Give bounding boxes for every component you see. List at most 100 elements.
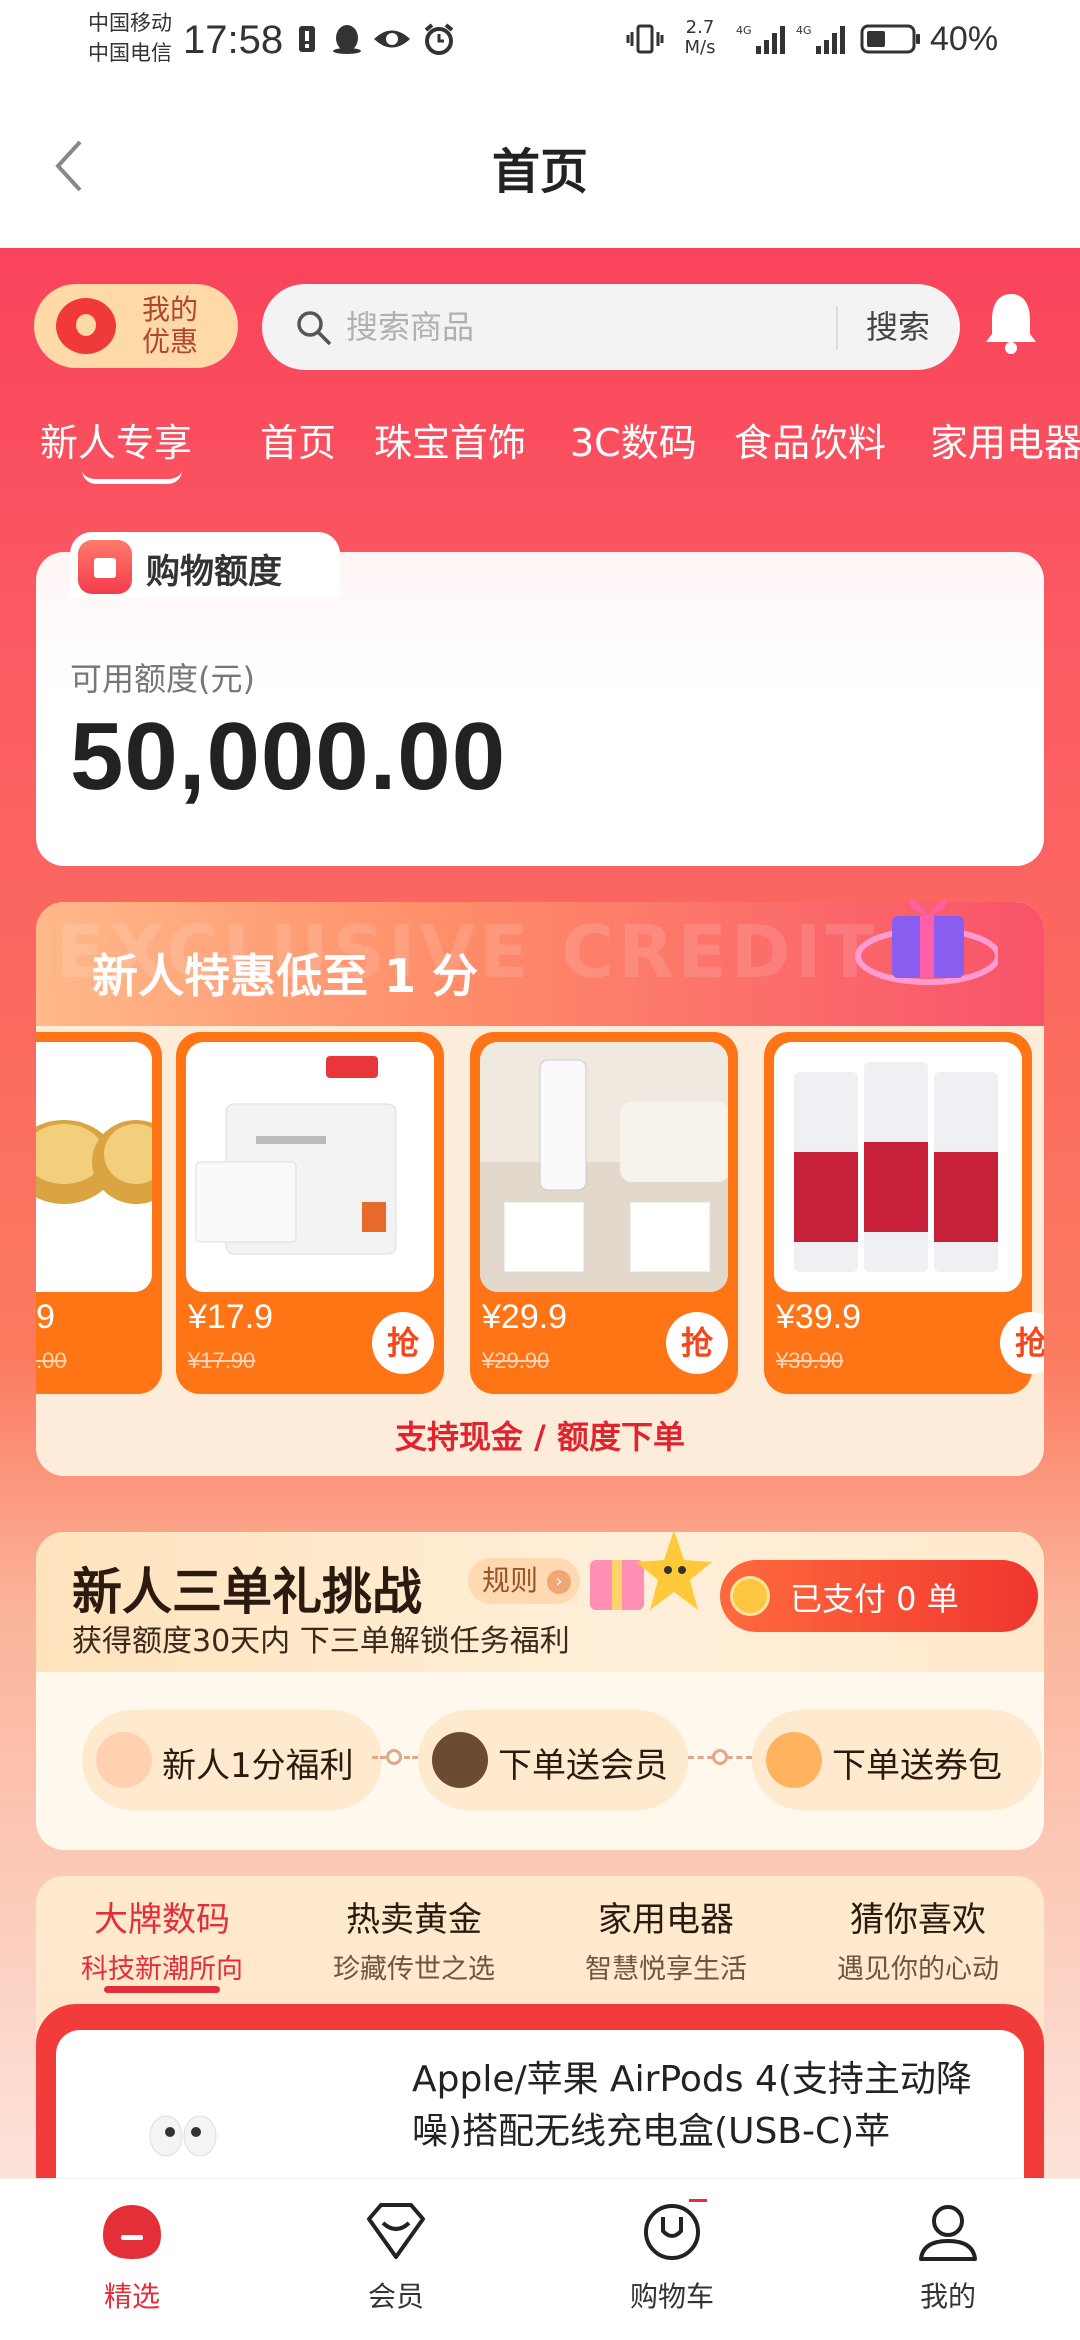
product-image [149,2115,217,2157]
product-image [186,1042,434,1292]
signal-4g-icon-1: 4G [736,24,785,54]
carrier-2: 中国电信 [88,41,172,65]
deal-original-price: ¥17.90 [188,1348,256,1373]
signal-4g-icon-2: 4G [796,24,845,54]
battery-percent: 40% [930,20,999,58]
coin-icon [730,1576,770,1616]
search-bar: 搜索 [262,284,960,370]
tab-label: 精选 [103,2280,160,2313]
rules-button[interactable]: 规则 › [468,1558,580,1604]
grab-button[interactable]: 抢 [666,1312,728,1374]
step-label: 下单送券包 [832,1746,1002,1786]
cat-hot-gold[interactable]: 热卖黄金 珍藏传世之选 [288,1892,540,1986]
tab-featured[interactable]: 精选 [32,2197,232,2315]
step-connector [372,1749,418,1765]
search-input[interactable] [346,300,766,354]
nav-bar: 首页 [0,86,1080,248]
tab-mine[interactable]: 我的 [848,2197,1048,2315]
step-coupon-pack[interactable]: 下单送券包 [752,1710,1042,1810]
cat-subtitle: 遇见你的心动 [837,1954,999,1985]
vip-card-icon [432,1732,488,1788]
deal-card[interactable]: 9 .00 [36,1032,162,1394]
step-label: 新人1分福利 [162,1746,354,1786]
grab-button[interactable]: 抢 [1000,1312,1044,1374]
deal-price: ¥39.9 [776,1298,862,1336]
search-button[interactable]: 搜索 [848,302,948,348]
shopping-bag-icon [78,540,132,594]
cart-icon [96,1732,152,1788]
battery-icon [860,24,920,54]
cat-subtitle: 智慧悦享生活 [585,1954,747,1985]
available-credit-amount: 50,000.00 [70,703,507,810]
net-speed: 2.7 M/s [684,17,716,58]
product-image [480,1042,728,1292]
cart-icon [644,2199,707,2260]
search-divider [836,306,838,350]
svg-text:4G: 4G [736,24,752,37]
status-bar: 中国移动 中国电信 17:58 2.7 M/s 4G 4G 40% [0,0,1080,86]
deal-original-price: ¥39.90 [776,1348,844,1373]
product-image [774,1042,1022,1292]
gift-box-icon [855,900,998,985]
svg-text:4G: 4G [796,24,812,37]
featured-icon [103,2205,161,2259]
tab-label: 我的 [919,2280,976,2313]
deal-price: ¥29.9 [482,1298,568,1336]
credit-tab: 购物额度 [70,532,340,598]
clock: 17:58 [183,18,284,62]
deal-card[interactable]: ¥17.9 ¥17.90 抢 [176,1032,444,1394]
cat-brand-digital[interactable]: 大牌数码 科技新潮所向 [36,1892,288,1986]
my-coupons-line1: 我的 [142,293,199,326]
cat-subtitle: 科技新潮所向 [81,1954,243,1985]
bottom-tab-bar: 精选 会员 购物车 我的 [0,2178,1080,2340]
challenge-title: 新人三单礼挑战 [72,1563,422,1621]
step-connector [688,1749,752,1765]
tab-newcomer[interactable]: 新人专享 [40,412,192,467]
available-credit-label: 可用额度(元) [70,660,255,698]
cat-appliances[interactable]: 家用电器 智慧悦享生活 [540,1892,792,1986]
product-card[interactable]: Apple/苹果 AirPods 4(支持主动降噪)搭配无线充电盒(USB-C)… [56,2030,1024,2180]
chevron-right-icon: › [546,1570,571,1594]
cat-title: 家用电器 [598,1900,734,1940]
tab-label: 会员 [367,2280,424,2313]
bell-icon[interactable] [982,290,1040,356]
deal-price: ¥17.9 [188,1298,274,1336]
my-coupons-button[interactable]: 我的 优惠 [34,284,238,368]
tab-jewelry[interactable]: 珠宝首饰 [374,412,526,467]
eye-icon [374,30,410,48]
active-tab-indicator [82,470,182,484]
deal-card[interactable]: ¥39.9 ¥39.90 抢 [764,1032,1044,1394]
deal-card[interactable]: ¥29.9 ¥29.90 抢 [470,1032,738,1394]
carrier-1: 中国移动 [88,11,172,35]
sim-alert-icon [299,26,315,52]
deal-original-price: .00 [36,1348,67,1373]
deal-original-price: ¥29.90 [482,1348,550,1373]
product-image [36,1042,152,1292]
page-title: 首页 [491,144,588,200]
step-member-gift[interactable]: 下单送会员 [418,1710,688,1810]
star-mascot-icon [590,1530,712,1610]
paid-orders-badge: 已支付 0 单 [720,1560,1038,1632]
person-icon [919,2205,977,2261]
cat-guess-you-like[interactable]: 猜你喜欢 遇见你的心动 [792,1892,1044,1986]
tab-appliances[interactable]: 家用电器 [930,412,1080,467]
tab-digital[interactable]: 3C数码 [570,412,697,467]
cat-title: 热卖黄金 [346,1900,482,1940]
deals-title: 新人特惠低至 1 分 [92,949,479,1003]
cat-subtitle: 珍藏传世之选 [333,1954,495,1985]
tab-cart[interactable]: 购物车 [572,2197,772,2315]
paid-orders-text: 已支付 0 单 [790,1580,959,1618]
cat-title: 大牌数码 [94,1900,230,1940]
qq-icon [333,25,361,54]
tab-membership[interactable]: 会员 [296,2197,496,2315]
grab-button[interactable]: 抢 [372,1312,434,1374]
my-coupons-line2: 优惠 [142,325,199,358]
deal-carousel[interactable]: 9 .00 ¥17.9 ¥17.90 抢 ¥29.9 ¥29.90 抢 ¥39.… [36,1032,1044,1402]
tab-food[interactable]: 食品饮料 [734,412,886,467]
tab-home[interactable]: 首页 [260,412,336,467]
challenge-subtitle: 获得额度30天内 下三单解锁任务福利 [72,1624,570,1659]
tab-label: 购物车 [629,2280,714,2313]
vibrate-icon [626,24,664,54]
step-newcomer-welfare[interactable]: 新人1分福利 [82,1710,382,1810]
step-label: 下单送会员 [498,1746,668,1786]
